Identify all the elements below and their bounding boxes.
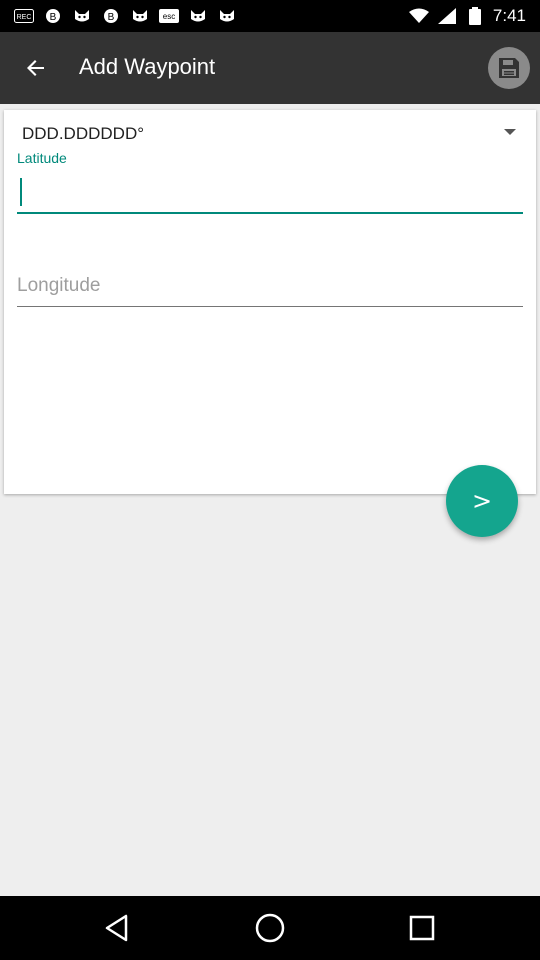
floppy-disk-icon — [499, 58, 519, 78]
text-cursor — [20, 178, 22, 206]
next-label: > — [471, 487, 493, 515]
rec-icon: REC — [14, 7, 34, 25]
b-coin-icon: B — [101, 7, 121, 25]
status-time: 7:41 — [492, 6, 526, 25]
battery-icon — [465, 7, 485, 25]
cat-icon — [72, 7, 92, 25]
cat-icon — [188, 7, 208, 25]
wifi-icon — [408, 7, 429, 25]
longitude-input[interactable]: Longitude — [17, 270, 523, 307]
notification-icons: REC B B esc — [14, 6, 237, 26]
arrow-back-icon — [27, 60, 44, 76]
svg-text:B: B — [108, 12, 115, 23]
latitude-input[interactable] — [17, 174, 523, 214]
status-bar: REC B B esc 7:41 — [0, 0, 540, 32]
cat-icon — [217, 7, 237, 25]
dropdown-arrow-icon — [504, 129, 516, 135]
nav-home-button[interactable] — [254, 912, 286, 944]
longitude-placeholder: Longitude — [17, 275, 101, 296]
nav-recents-button[interactable] — [406, 912, 438, 944]
cat-icon — [130, 7, 150, 25]
back-button[interactable] — [14, 46, 58, 90]
nav-recents-icon — [409, 915, 435, 941]
signal-icon — [437, 7, 457, 25]
save-button[interactable] — [488, 47, 530, 89]
nav-back-icon — [105, 914, 128, 942]
svg-text:esc: esc — [163, 12, 175, 21]
waypoint-form-card: DDD.DDDDDD° Latitude Longitude — [4, 110, 536, 494]
next-button[interactable]: > — [446, 465, 518, 537]
nav-back-button[interactable] — [101, 912, 133, 944]
nav-home-icon — [255, 913, 285, 943]
navigation-bar — [0, 896, 540, 960]
esc-icon: esc — [159, 7, 179, 25]
app-bar: Add Waypoint — [0, 32, 540, 104]
system-status: 7:41 — [408, 6, 526, 26]
svg-text:REC: REC — [17, 14, 32, 21]
latitude-label: Latitude — [17, 150, 67, 166]
coordinate-format-value: DDD.DDDDDD° — [22, 124, 145, 143]
page-title: Add Waypoint — [79, 54, 216, 79]
coordinate-format-dropdown[interactable]: DDD.DDDDDD° — [22, 122, 522, 148]
b-coin-icon: B — [43, 7, 63, 25]
svg-text:B: B — [50, 12, 57, 23]
